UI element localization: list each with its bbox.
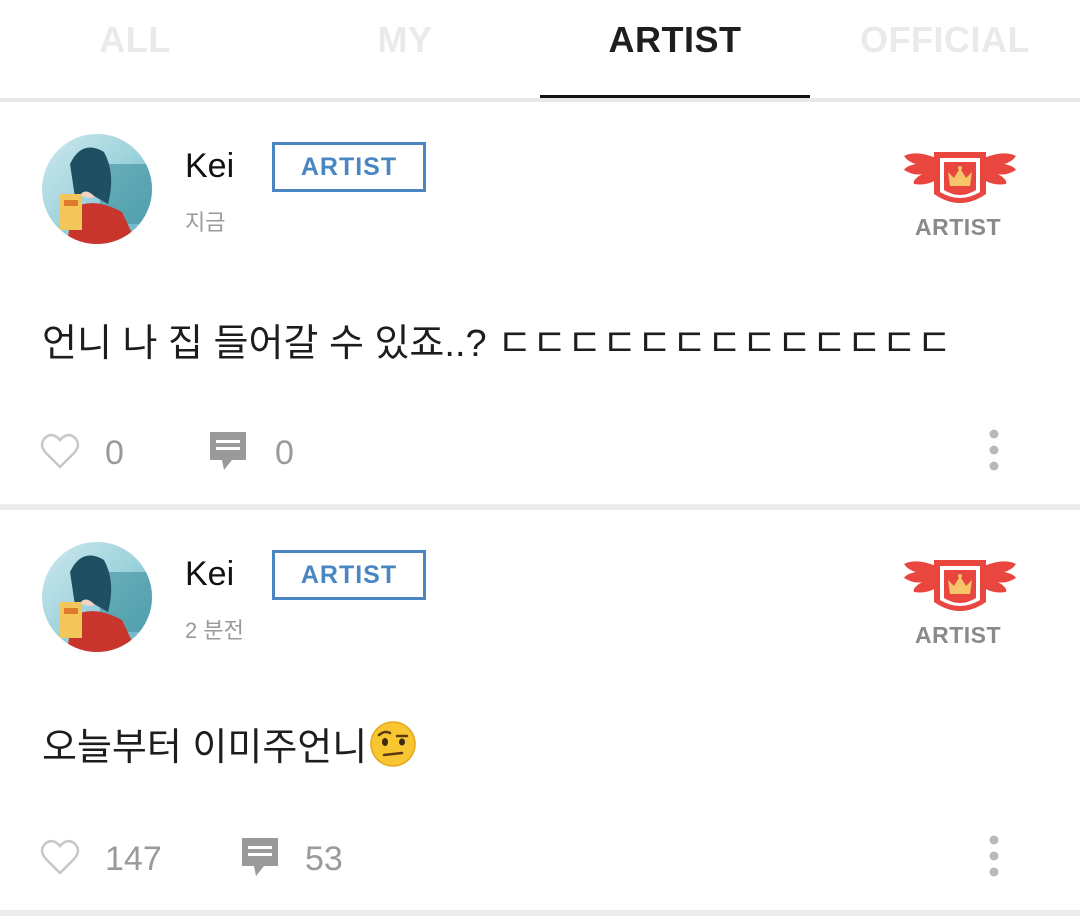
tab-official[interactable]: OFFICIAL: [810, 0, 1080, 98]
post-card: Kei ARTIST 2 분전 ARTIST 오늘부터 이미주언니 147 53: [0, 510, 1080, 910]
timestamp: 지금: [185, 210, 226, 235]
tab-artist-label: ARTIST: [608, 19, 742, 60]
tab-artist[interactable]: ARTIST: [540, 0, 810, 100]
artist-tag: ARTIST: [272, 142, 426, 192]
face-with-raised-eyebrow-icon: [370, 721, 416, 767]
avatar[interactable]: [42, 542, 152, 652]
tab-all-label: ALL: [99, 19, 171, 60]
artist-badge-label: ARTIST: [914, 214, 1002, 240]
tab-my[interactable]: MY: [270, 0, 540, 98]
comment-icon[interactable]: [240, 836, 280, 878]
post-divider: [0, 910, 1080, 916]
username[interactable]: Kei: [185, 147, 234, 186]
tab-official-label: OFFICIAL: [860, 19, 1030, 60]
timestamp: 2 분전: [185, 618, 244, 643]
like-count: 147: [105, 840, 162, 878]
more-options-icon[interactable]: [986, 834, 1002, 878]
more-options-icon[interactable]: [986, 428, 1002, 472]
username[interactable]: Kei: [185, 555, 234, 594]
avatar[interactable]: [42, 134, 152, 244]
like-count: 0: [105, 434, 124, 472]
tab-all[interactable]: ALL: [0, 0, 270, 98]
like-heart-icon[interactable]: [40, 432, 80, 470]
post-actions: 147 53: [0, 830, 1080, 890]
artist-badge-label: ARTIST: [914, 622, 1002, 648]
comment-count: 53: [305, 840, 343, 878]
artist-tag: ARTIST: [272, 550, 426, 600]
post-content: 언니 나 집 들어갈 수 있죠..? ㄷㄷㄷㄷㄷㄷㄷㄷㄷㄷㄷㄷㄷ: [42, 312, 952, 367]
post-text: 언니 나 집 들어갈 수 있죠..? ㄷㄷㄷㄷㄷㄷㄷㄷㄷㄷㄷㄷㄷ: [42, 323, 952, 365]
comment-count: 0: [275, 434, 294, 472]
tab-my-label: MY: [377, 19, 433, 60]
tab-bar: ALL MY ARTIST OFFICIAL: [0, 0, 1080, 100]
post-actions: 0 0: [0, 424, 1080, 484]
comment-icon[interactable]: [208, 430, 248, 472]
like-heart-icon[interactable]: [40, 838, 80, 876]
post-content: 오늘부터 이미주언니: [42, 716, 417, 771]
post-card: Kei ARTIST 지금 ARTIST 언니 나 집 들어갈 수 있죠..? …: [0, 102, 1080, 504]
post-text: 오늘부터 이미주언니: [42, 727, 368, 769]
